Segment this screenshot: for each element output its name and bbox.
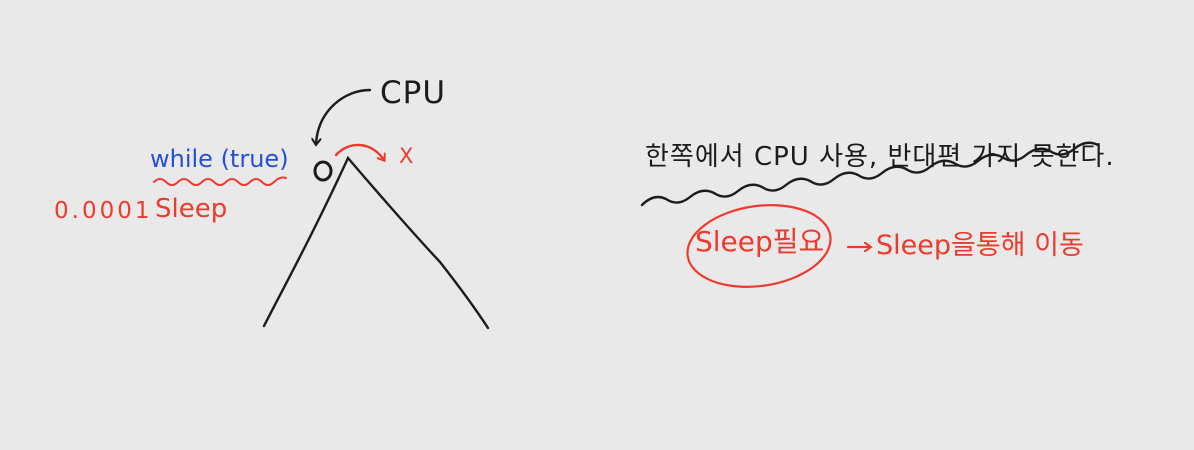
blocked-arrow [334,143,384,160]
cpu-label: CPU [380,75,447,111]
statement-text: 한쪽에서 CPU 사용, 반대편 가지 못한다. [645,142,1115,172]
ball [313,160,333,182]
mountain-outline [262,155,490,330]
sleep-word: Sleep [155,194,228,224]
whiteboard-drawing [153,88,1100,330]
loop-underline [153,176,287,186]
result-label: Sleep을통해 이동 [876,230,1084,261]
sleep-value: 0.0001 [54,198,153,224]
cpu-arrow [316,88,372,144]
x-mark: X [399,144,414,168]
loop-label: while (true) [150,145,289,173]
need-sleep-label: Sleep필요 [695,225,825,258]
